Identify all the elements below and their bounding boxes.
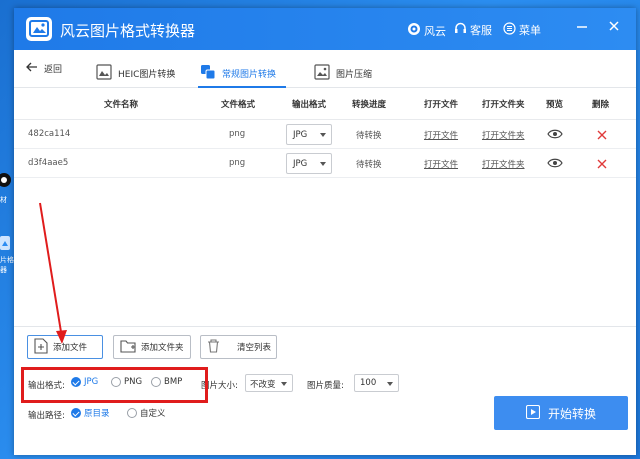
annotation-arrow [39,202,67,344]
